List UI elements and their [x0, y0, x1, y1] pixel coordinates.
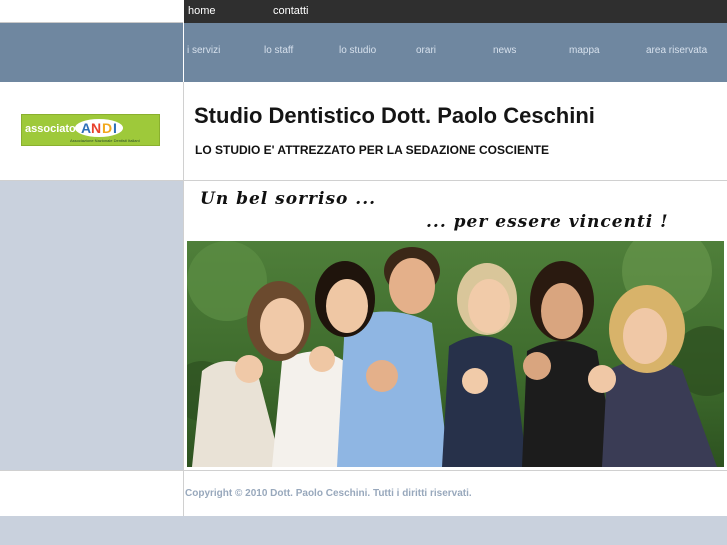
- left-sidebar: [0, 181, 183, 470]
- banner-slogan-line2: ... per essere vincenti !: [426, 212, 669, 232]
- footer: Copyright © 2010 Dott. Paolo Ceschini. T…: [183, 470, 727, 516]
- top-bar-left: [0, 0, 183, 23]
- team-photo-illustration: [187, 241, 724, 467]
- footer-left: [0, 470, 183, 516]
- andi-logo[interactable]: associato A N D I Associazione Nazionale…: [21, 114, 160, 146]
- svg-text:A: A: [81, 120, 91, 136]
- top-nav-home[interactable]: home: [188, 5, 216, 17]
- nav-bar-left: [0, 23, 183, 82]
- nav-item-orari[interactable]: orari: [416, 45, 436, 56]
- svg-text:N: N: [91, 120, 101, 136]
- svg-text:I: I: [113, 120, 117, 136]
- nav-item-servizi[interactable]: i servizi: [187, 45, 220, 56]
- andi-logo-mark-icon: A N D I: [75, 119, 123, 137]
- nav-item-news[interactable]: news: [493, 45, 516, 56]
- nav-item-studio[interactable]: lo studio: [339, 45, 376, 56]
- nav-item-staff[interactable]: lo staff: [264, 45, 293, 56]
- nav-item-area-riservata[interactable]: area riservata: [646, 45, 707, 56]
- logo-prefix: associato: [25, 123, 76, 135]
- copyright-text: Copyright © 2010 Dott. Paolo Ceschini. T…: [185, 488, 472, 499]
- main-content: Un bel sorriso ... ... per essere vincen…: [183, 181, 727, 470]
- header-cell: Studio Dentistico Dott. Paolo Ceschini L…: [183, 82, 727, 181]
- logo-subtitle: Associazione Nazionale Dentisti Italiani: [70, 138, 140, 143]
- top-nav: home contatti: [183, 0, 727, 23]
- banner-slogan-line1: Un bel sorriso ...: [200, 189, 377, 209]
- page-subtitle: LO STUDIO E' ATTREZZATO PER LA SEDAZIONE…: [195, 143, 549, 157]
- nav-item-mappa[interactable]: mappa: [569, 45, 600, 56]
- top-nav-contatti[interactable]: contatti: [273, 5, 308, 17]
- main-nav: i servizi lo staff lo studio orari news …: [183, 23, 727, 82]
- team-photo: [187, 241, 724, 467]
- page-bottom: [0, 516, 727, 545]
- page-title: Studio Dentistico Dott. Paolo Ceschini: [194, 103, 595, 128]
- svg-text:D: D: [102, 120, 112, 136]
